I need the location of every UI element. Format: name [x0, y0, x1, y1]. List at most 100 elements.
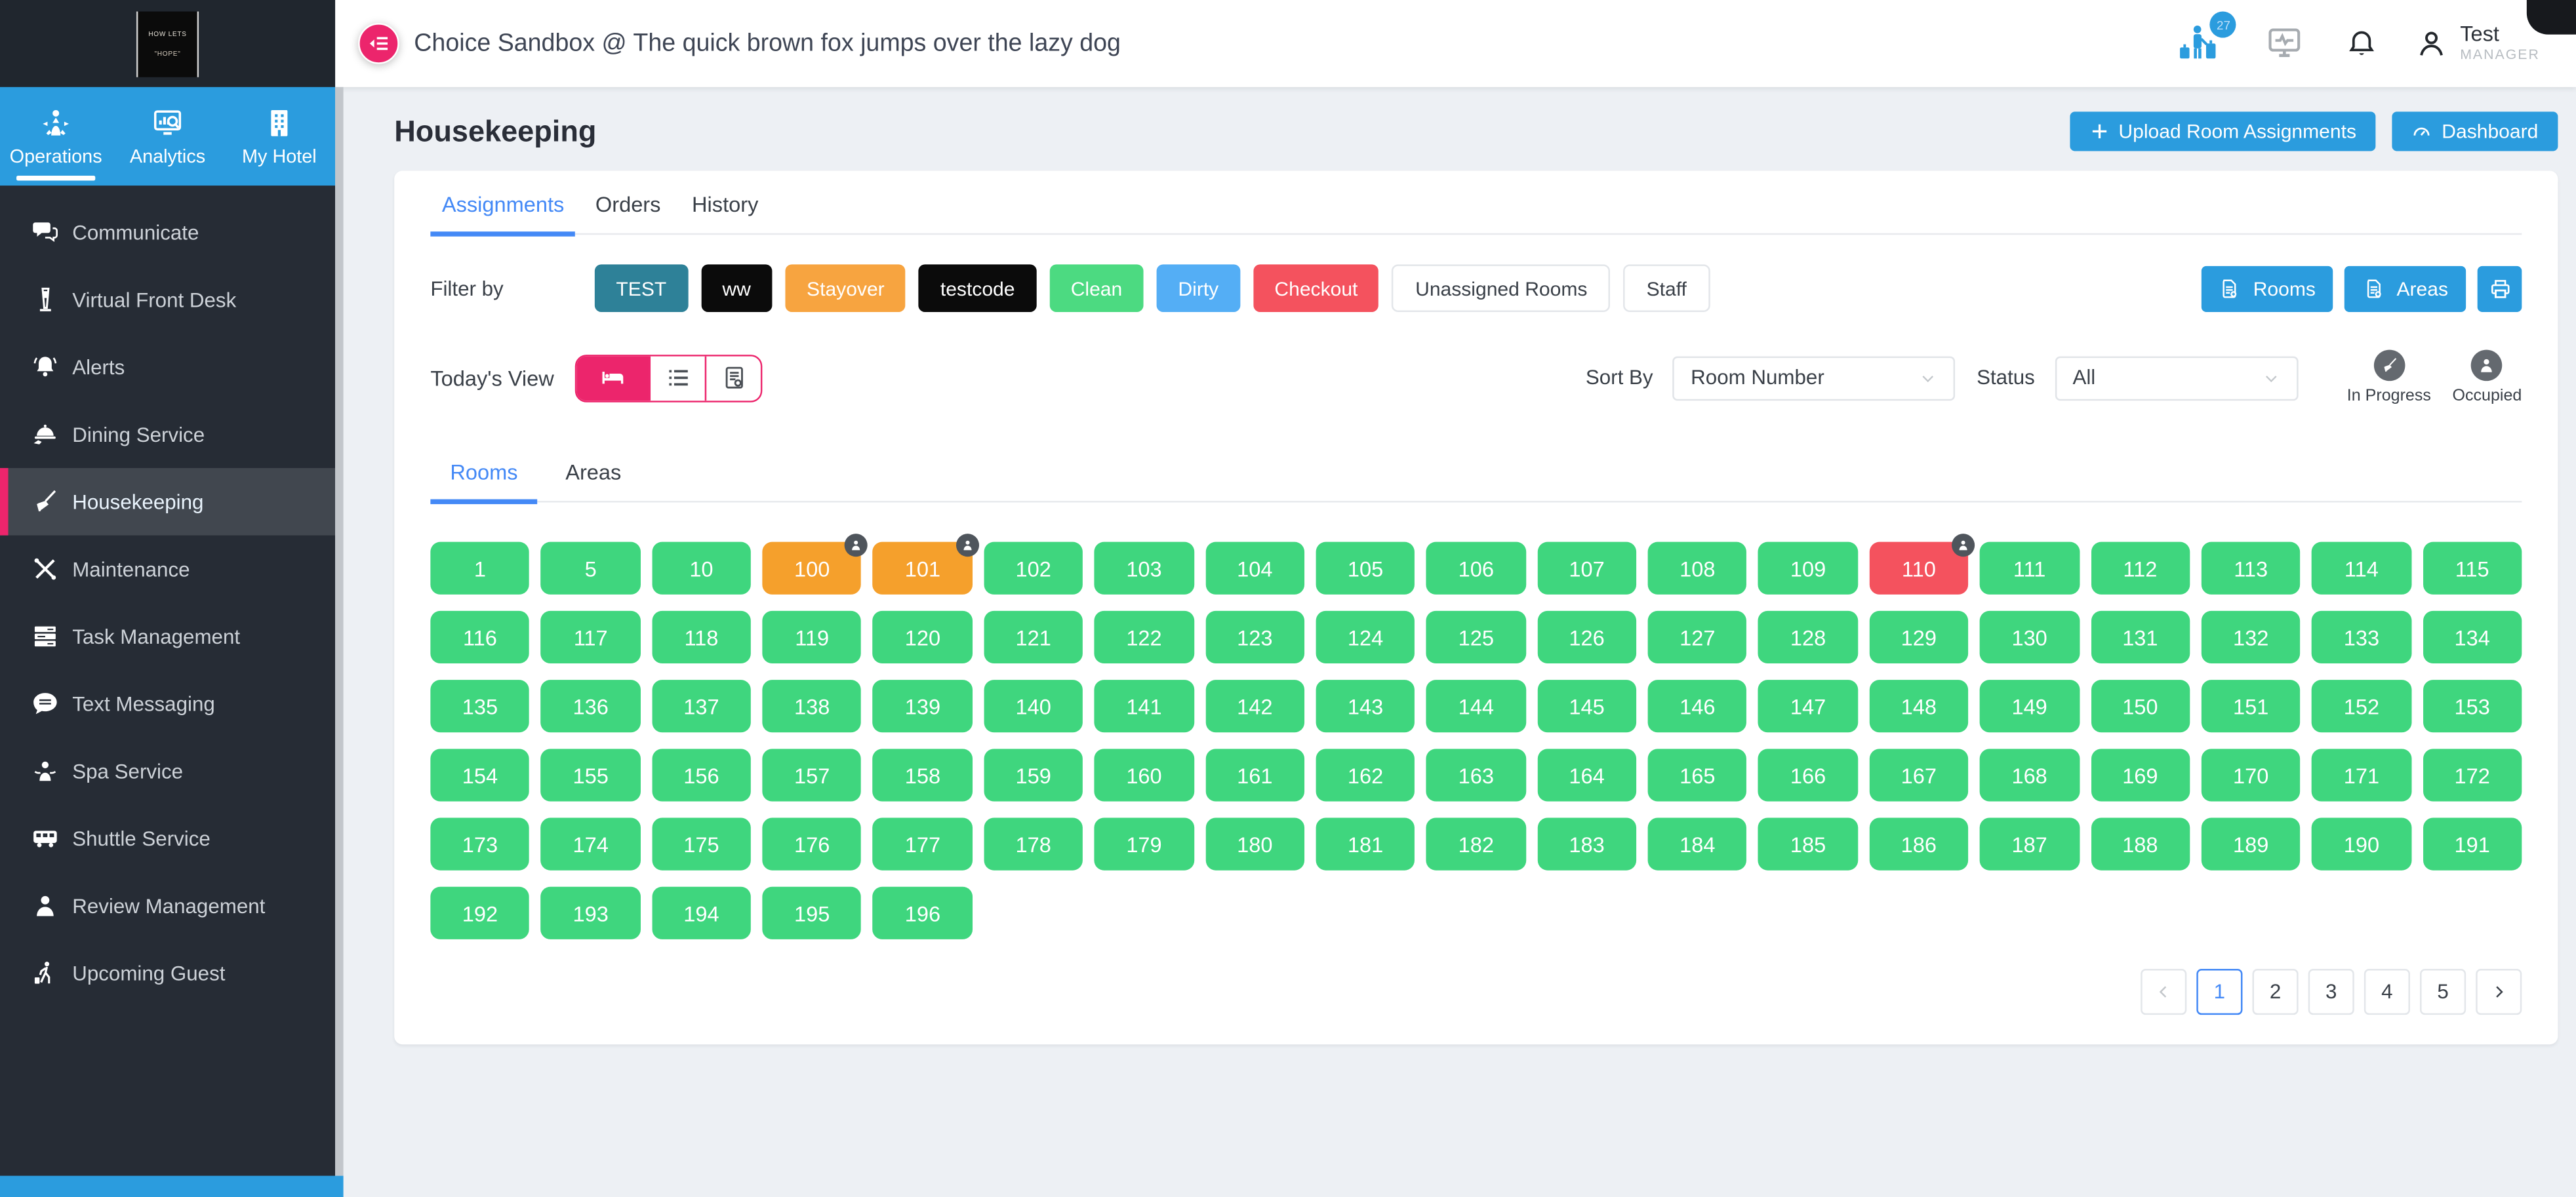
room-151[interactable]: 151	[2201, 680, 2301, 733]
room-177[interactable]: 177	[873, 817, 973, 871]
room-172[interactable]: 172	[2423, 749, 2522, 802]
room-191[interactable]: 191	[2423, 817, 2522, 871]
room-113[interactable]: 113	[2201, 541, 2301, 595]
room-132[interactable]: 132	[2201, 610, 2301, 664]
room-146[interactable]: 146	[1647, 680, 1747, 733]
filter-chip-test[interactable]: TEST	[594, 264, 688, 312]
room-139[interactable]: 139	[873, 680, 973, 733]
sidebar-item-maintenance[interactable]: Maintenance	[0, 536, 335, 603]
room-187[interactable]: 187	[1980, 817, 2080, 871]
room-142[interactable]: 142	[1205, 680, 1304, 733]
subtab-rooms[interactable]: Rooms	[430, 460, 538, 505]
room-164[interactable]: 164	[1537, 749, 1637, 802]
sidebar-tab-operations[interactable]: Operations	[0, 87, 111, 186]
room-176[interactable]: 176	[762, 817, 862, 871]
filter-chip-checkout[interactable]: Checkout	[1253, 264, 1379, 312]
room-174[interactable]: 174	[541, 817, 641, 871]
room-109[interactable]: 109	[1758, 541, 1858, 595]
room-148[interactable]: 148	[1869, 680, 1969, 733]
room-192[interactable]: 192	[430, 886, 530, 939]
room-185[interactable]: 185	[1758, 817, 1858, 871]
room-184[interactable]: 184	[1647, 817, 1747, 871]
room-181[interactable]: 181	[1316, 817, 1415, 871]
room-169[interactable]: 169	[2090, 749, 2190, 802]
room-196[interactable]: 196	[873, 886, 973, 939]
pagination-page-4[interactable]: 4	[2364, 969, 2410, 1015]
room-167[interactable]: 167	[1869, 749, 1969, 802]
room-123[interactable]: 123	[1205, 610, 1304, 664]
filter-chip-unassigned-rooms[interactable]: Unassigned Rooms	[1392, 264, 1611, 312]
list-view-toggle[interactable]	[649, 355, 706, 400]
filter-chip-staff[interactable]: Staff	[1623, 264, 1710, 312]
room-120[interactable]: 120	[873, 610, 973, 664]
room-114[interactable]: 114	[2312, 541, 2411, 595]
sidebar-scrollbar[interactable]	[335, 87, 344, 1176]
room-134[interactable]: 134	[2423, 610, 2522, 664]
print-button[interactable]	[2477, 265, 2522, 311]
filter-chip-dirty[interactable]: Dirty	[1156, 264, 1240, 312]
room-128[interactable]: 128	[1758, 610, 1858, 664]
report-view-toggle[interactable]	[705, 355, 761, 400]
room-104[interactable]: 104	[1205, 541, 1304, 595]
room-195[interactable]: 195	[762, 886, 862, 939]
filter-chip-testcode[interactable]: testcode	[919, 264, 1037, 312]
room-116[interactable]: 116	[430, 610, 530, 664]
sidebar-item-dining-service[interactable]: Dining Service	[0, 401, 335, 468]
room-182[interactable]: 182	[1426, 817, 1526, 871]
room-150[interactable]: 150	[2090, 680, 2190, 733]
room-127[interactable]: 127	[1647, 610, 1747, 664]
room-183[interactable]: 183	[1537, 817, 1637, 871]
room-165[interactable]: 165	[1647, 749, 1747, 802]
sidebar-item-text-messaging[interactable]: Text Messaging	[0, 670, 335, 737]
pagination-page-1[interactable]: 1	[2196, 969, 2243, 1015]
corner-widget[interactable]	[2526, 0, 2576, 35]
sidebar-item-shuttle-service[interactable]: Shuttle Service	[0, 804, 335, 872]
room-159[interactable]: 159	[984, 749, 1083, 802]
upload-room-assignments-button[interactable]: Upload Room Assignments	[2069, 111, 2377, 151]
pagination-page-2[interactable]: 2	[2252, 969, 2299, 1015]
room-129[interactable]: 129	[1869, 610, 1969, 664]
menu-collapse-button[interactable]	[358, 23, 399, 64]
sidebar-item-spa-service[interactable]: Spa Service	[0, 737, 335, 805]
room-143[interactable]: 143	[1316, 680, 1415, 733]
filter-chip-stayover[interactable]: Stayover	[785, 264, 906, 312]
tab-history[interactable]: History	[681, 192, 770, 233]
room-117[interactable]: 117	[541, 610, 641, 664]
room-157[interactable]: 157	[762, 749, 862, 802]
room-168[interactable]: 168	[1980, 749, 2080, 802]
sidebar-item-virtual-front-desk[interactable]: Virtual Front Desk	[0, 266, 335, 334]
room-155[interactable]: 155	[541, 749, 641, 802]
room-145[interactable]: 145	[1537, 680, 1637, 733]
room-122[interactable]: 122	[1094, 610, 1194, 664]
room-119[interactable]: 119	[762, 610, 862, 664]
room-188[interactable]: 188	[2090, 817, 2190, 871]
room-121[interactable]: 121	[984, 610, 1083, 664]
room-189[interactable]: 189	[2201, 817, 2301, 871]
areas-report-button[interactable]: Areas	[2344, 265, 2466, 311]
pagination-page-5[interactable]: 5	[2420, 969, 2466, 1015]
pagination-prev-button[interactable]	[2141, 969, 2187, 1015]
room-112[interactable]: 112	[2090, 541, 2190, 595]
room-111[interactable]: 111	[1980, 541, 2080, 595]
room-108[interactable]: 108	[1647, 541, 1747, 595]
room-173[interactable]: 173	[430, 817, 530, 871]
tab-orders[interactable]: Orders	[584, 192, 672, 233]
sidebar-item-alerts[interactable]: Alerts	[0, 334, 335, 401]
user-menu[interactable]: Test MANAGER	[2417, 22, 2540, 64]
room-147[interactable]: 147	[1758, 680, 1858, 733]
pagination-page-3[interactable]: 3	[2308, 969, 2354, 1015]
room-144[interactable]: 144	[1426, 680, 1526, 733]
sidebar-item-communicate[interactable]: Communicate	[0, 199, 335, 266]
room-171[interactable]: 171	[2312, 749, 2411, 802]
sidebar-item-housekeeping[interactable]: Housekeeping	[0, 467, 336, 536]
room-107[interactable]: 107	[1537, 541, 1637, 595]
room-138[interactable]: 138	[762, 680, 862, 733]
sidebar-item-task-management[interactable]: Task Management	[0, 602, 335, 670]
dashboard-button[interactable]: Dashboard	[2392, 111, 2558, 151]
room-190[interactable]: 190	[2312, 817, 2411, 871]
room-105[interactable]: 105	[1316, 541, 1415, 595]
room-152[interactable]: 152	[2312, 680, 2411, 733]
room-170[interactable]: 170	[2201, 749, 2301, 802]
room-161[interactable]: 161	[1205, 749, 1304, 802]
room-118[interactable]: 118	[651, 610, 752, 664]
